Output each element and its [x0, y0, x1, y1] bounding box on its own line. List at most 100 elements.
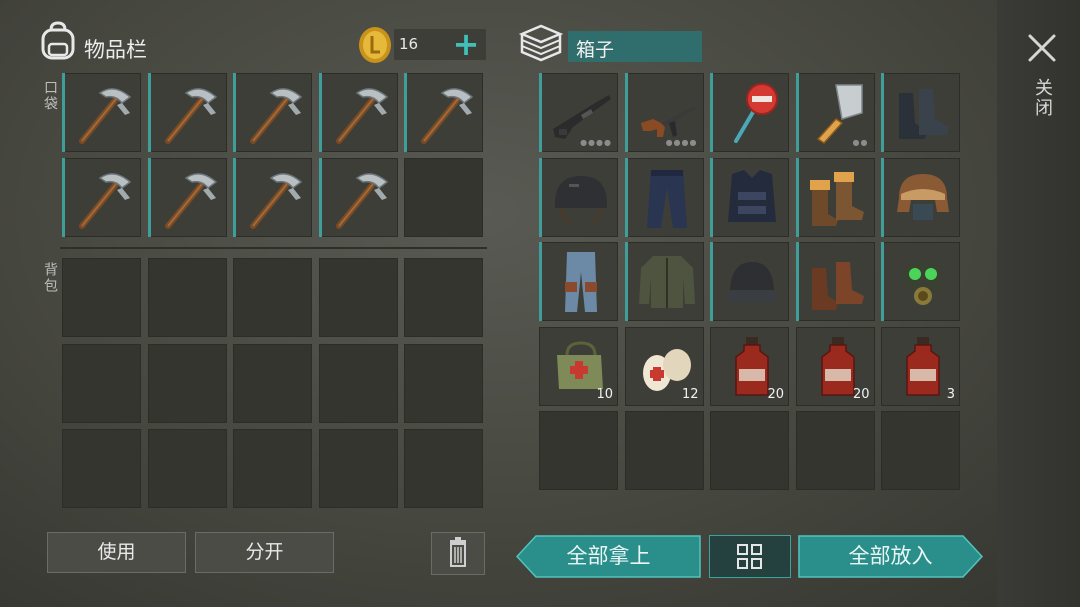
durability-bar: [624, 242, 628, 321]
inventory-slot[interactable]: [539, 411, 618, 490]
inventory-title: 物品栏: [84, 38, 147, 62]
use-button[interactable]: 使用: [47, 532, 186, 573]
durability-bar: [147, 73, 151, 152]
durability-bar: [62, 73, 65, 152]
inventory-slot[interactable]: [795, 242, 875, 321]
trash-button[interactable]: [431, 532, 485, 575]
inventory-slot[interactable]: [710, 73, 789, 152]
durability-bar: [881, 157, 884, 237]
close-label[interactable]: 关闭: [1029, 78, 1053, 118]
durability-bar: [795, 242, 799, 321]
inventory-slot[interactable]: [795, 411, 875, 490]
inventory-slot[interactable]: [881, 242, 960, 321]
durability-bar: [318, 73, 322, 152]
durability-bar: [624, 157, 628, 237]
inventory-slot[interactable]: [62, 258, 141, 337]
assault-rifle-icon: [633, 79, 701, 147]
boots-icon: [889, 79, 957, 147]
inventory-slot[interactable]: [404, 343, 483, 423]
inventory-slot[interactable]: [147, 258, 227, 337]
inventory-slot[interactable]: [233, 258, 312, 337]
inventory-slot[interactable]: [539, 242, 618, 321]
pickaxe-icon: [156, 164, 224, 232]
split-button[interactable]: 分开: [195, 532, 334, 573]
box-title: 箱子: [576, 39, 615, 61]
put-all-button[interactable]: 全部放入: [798, 535, 983, 578]
durability-bar: [233, 73, 236, 152]
durability-bar: [881, 73, 884, 152]
inventory-slot[interactable]: [147, 73, 227, 152]
pickaxe-icon: [70, 164, 138, 232]
fur-boots-icon: [804, 164, 872, 232]
fur-hat-icon: [889, 164, 957, 232]
inventory-slot[interactable]: [624, 411, 704, 490]
durability-bar: [710, 73, 713, 152]
inventory-slot[interactable]: [147, 429, 227, 508]
ammo-dots: ●●●●: [580, 138, 612, 147]
durability-bar: [539, 73, 542, 152]
item-quantity: 12: [681, 386, 699, 402]
inventory-slot[interactable]: [233, 73, 312, 152]
inventory-slot[interactable]: 12: [624, 326, 704, 406]
inventory-slot[interactable]: ●●●●: [624, 73, 704, 152]
grid-icon: [737, 544, 762, 569]
add-coins-button[interactable]: +: [450, 28, 482, 60]
backpack-label: 背包: [42, 262, 58, 294]
inventory-slot[interactable]: [624, 242, 704, 321]
inventory-slot[interactable]: [233, 158, 312, 237]
inventory-slot[interactable]: [624, 157, 704, 237]
leather-boots-icon: [804, 248, 872, 316]
box-name-field[interactable]: 箱子: [568, 31, 702, 62]
pickaxe-icon: [412, 79, 480, 147]
ammo-dots: ●●●●: [665, 138, 698, 147]
inventory-slot[interactable]: [404, 429, 483, 508]
inventory-slot[interactable]: [404, 73, 483, 152]
take-all-button[interactable]: 全部拿上: [516, 535, 701, 578]
inventory-slot[interactable]: 20: [710, 326, 789, 406]
coin-icon: [356, 25, 394, 65]
inventory-slot[interactable]: 20: [795, 326, 875, 406]
inventory-slot[interactable]: [318, 158, 398, 237]
inventory-slot[interactable]: [318, 429, 398, 508]
pickaxe-icon: [241, 79, 309, 147]
inventory-slot[interactable]: [318, 258, 398, 337]
stop-sign-icon: [718, 79, 786, 147]
inventory-slot[interactable]: [710, 157, 789, 237]
inventory-slot[interactable]: 3: [881, 326, 960, 406]
divider: [60, 247, 487, 249]
inventory-slot[interactable]: [404, 258, 483, 337]
inventory-slot[interactable]: [710, 242, 789, 321]
durability-bar: [539, 242, 542, 321]
inventory-slot[interactable]: [710, 411, 789, 490]
inventory-slot[interactable]: ●●●●: [539, 73, 618, 152]
inventory-slot[interactable]: [795, 157, 875, 237]
crate-icon: [518, 22, 564, 62]
ammo-dots: ●●: [852, 138, 869, 147]
inventory-slot[interactable]: [404, 158, 483, 237]
inventory-slot[interactable]: [233, 343, 312, 423]
inventory-slot[interactable]: ●●: [795, 73, 875, 152]
item-quantity: 20: [852, 386, 870, 402]
inventory-slot[interactable]: [881, 73, 960, 152]
inventory-slot[interactable]: [318, 343, 398, 423]
inventory-slot[interactable]: [62, 158, 141, 237]
police-pants-icon: [633, 164, 701, 232]
inventory-slot[interactable]: [62, 73, 141, 152]
cleaver-icon: [804, 79, 872, 147]
inventory-slot[interactable]: [147, 343, 227, 423]
inventory-slot[interactable]: [539, 157, 618, 237]
police-vest-icon: [718, 164, 786, 232]
coin-count: 16: [399, 35, 419, 53]
close-icon[interactable]: [1022, 28, 1062, 68]
inventory-slot[interactable]: [62, 343, 141, 423]
pickaxe-icon: [241, 164, 309, 232]
inventory-slot[interactable]: [233, 429, 312, 508]
inventory-slot[interactable]: [318, 73, 398, 152]
inventory-slot[interactable]: [147, 158, 227, 237]
inventory-slot[interactable]: [881, 411, 960, 490]
durability-bar: [710, 157, 713, 237]
inventory-slot[interactable]: [62, 429, 141, 508]
inventory-slot[interactable]: [881, 157, 960, 237]
sort-button[interactable]: [709, 535, 791, 578]
inventory-slot[interactable]: 10: [539, 326, 618, 406]
